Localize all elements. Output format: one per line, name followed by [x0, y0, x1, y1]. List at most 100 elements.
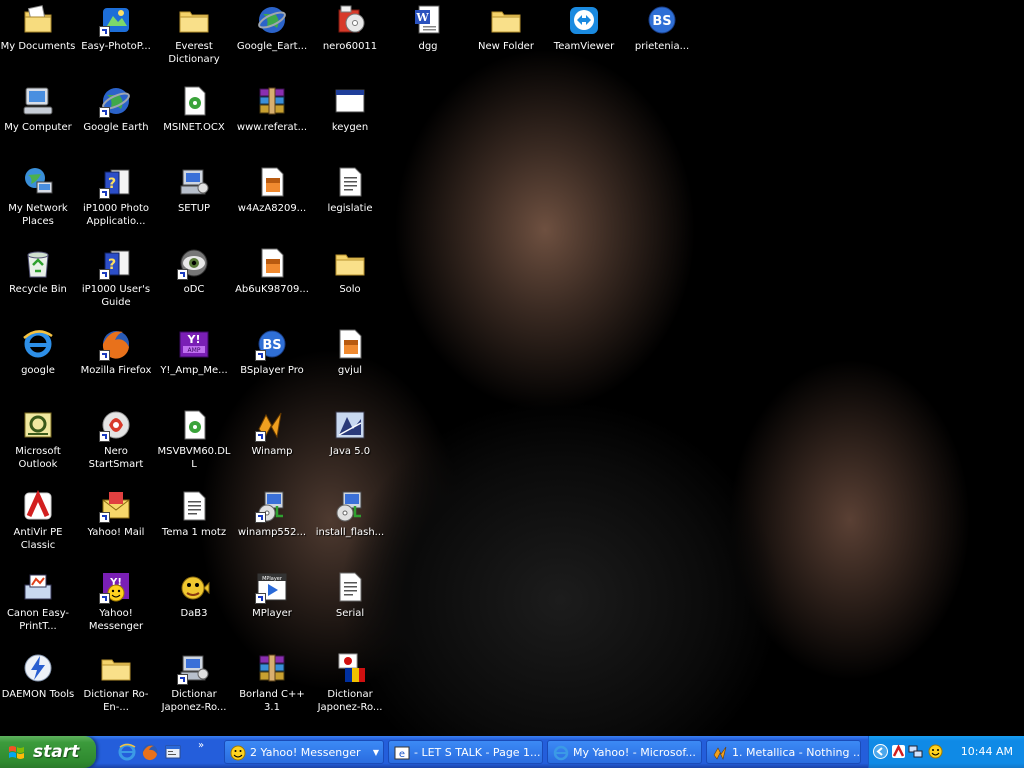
folder-icon: [177, 4, 211, 36]
desktop-icon-dgg[interactable]: Wdgg: [389, 2, 467, 76]
shortcut-arrow-icon: [177, 674, 188, 685]
desktop-icon-winamp552[interactable]: winamp552...: [233, 488, 311, 562]
desktop-icon-install-flash[interactable]: install_flash...: [311, 488, 389, 562]
desktop-icon-nero60011[interactable]: nero60011: [311, 2, 389, 76]
expand-tray-icon[interactable]: [873, 744, 888, 759]
desktop-icon-yahoo-messenger[interactable]: Y! Yahoo! Messenger: [77, 569, 155, 643]
desktop-icon-my-computer[interactable]: My Computer: [0, 83, 77, 157]
desktop-icon-label: iP1000 Photo Applicatio...: [83, 203, 149, 227]
desktop-icon-label: oDC: [183, 284, 205, 295]
desktop-icon-setup[interactable]: SETUP: [155, 164, 233, 238]
desktop-icon-winamp[interactable]: Winamp: [233, 407, 311, 481]
desktop-icon-recycle-bin[interactable]: Recycle Bin: [0, 245, 77, 319]
desktop-icon-daemon-tools[interactable]: DAEMON Tools: [0, 650, 77, 724]
internet-explorer-icon[interactable]: [118, 743, 136, 761]
desktop-icon-dab3[interactable]: DaB3: [155, 569, 233, 643]
desktop-icon-label: iP1000 User's Guide: [81, 284, 151, 308]
shortcut-arrow-icon: [99, 431, 110, 442]
desktop-icon-my-documents[interactable]: My Documents: [0, 2, 77, 76]
desktop-icon-label: install_flash...: [315, 527, 385, 538]
firefox-icon[interactable]: [141, 743, 159, 761]
desktop-icon-msinet-ocx[interactable]: MSINET.OCX: [155, 83, 233, 157]
firefox-icon: [99, 328, 133, 361]
svg-text:Y!: Y!: [187, 333, 201, 346]
start-button[interactable]: start: [0, 736, 96, 768]
desktop-icon-microsoft-outlook[interactable]: Microsoft Outlook: [0, 407, 77, 481]
antivir-tray-icon[interactable]: [891, 744, 906, 759]
desktop-icon-dictionar-ro-en[interactable]: Dictionar Ro-En-...: [77, 650, 155, 724]
desktop-icon-keygen[interactable]: keygen: [311, 83, 389, 157]
svg-text:AMP: AMP: [188, 347, 201, 354]
shortcut-arrow-icon: [99, 512, 110, 523]
desktop-icon-easy-photop[interactable]: Easy-PhotoP...: [77, 2, 155, 76]
desktop-icon-mozilla-firefox[interactable]: Mozilla Firefox: [77, 326, 155, 400]
internet-explorer-icon: [553, 745, 569, 761]
setup-icon: [177, 166, 211, 198]
desktop-icon-ip1000-photo-applicatio[interactable]: ? iP1000 Photo Applicatio...: [77, 164, 155, 238]
desktop-icon-google[interactable]: google: [0, 326, 77, 400]
taskbar-task-winamp[interactable]: 1. Metallica - Nothing ...: [706, 740, 861, 764]
task-label: 2 Yahoo! Messenger: [250, 746, 361, 759]
desktop-wallpaper[interactable]: My Documents Easy-PhotoP... Everest Dictio…: [0, 0, 1024, 736]
taskbar-task-yahoo-messenger[interactable]: 2 Yahoo! Messenger ▼: [224, 740, 384, 764]
desktop-icon-label: google: [21, 365, 55, 376]
desktop-icon-java-5-0[interactable]: Java 5.0: [311, 407, 389, 481]
desktop-icon-y-amp-me[interactable]: Y! AMP Y!_Amp_Me...: [155, 326, 233, 400]
yahoo-messenger-tray-icon[interactable]: [928, 744, 943, 759]
desktop-icon-my-network-places[interactable]: My Network Places: [0, 164, 77, 238]
desktop-icon-odc[interactable]: oDC: [155, 245, 233, 319]
desktop-icon-prietenia[interactable]: BS prietenia...: [623, 2, 701, 76]
clock[interactable]: 10:44 AM: [961, 736, 1013, 768]
desktop-icon-label: DAEMON Tools: [1, 689, 75, 700]
desktop-icon-label: My Network Places: [8, 203, 68, 227]
desktop-icon-tema-1-motz[interactable]: Tema 1 motz: [155, 488, 233, 562]
taskbar-task-lets-talk[interactable]: e - LET S TALK - Page 1...: [388, 740, 543, 764]
desktop-icon-new-folder[interactable]: New Folder: [467, 2, 545, 76]
system-file-icon: [177, 409, 211, 441]
installer-icon: [255, 490, 289, 523]
desktop-icon-google-earth[interactable]: Google Earth: [77, 83, 155, 157]
java-icon: [333, 409, 367, 441]
network-tray-icon[interactable]: [908, 744, 923, 759]
desktop-icon-label: Serial: [335, 608, 365, 619]
desktop-icon-msvbvm60-dll[interactable]: MSVBVM60.DLL: [155, 407, 233, 481]
winamp-icon: [255, 409, 289, 442]
desktop-icon-label: SETUP: [177, 203, 211, 214]
desktop-icon-teamviewer[interactable]: TeamViewer: [545, 2, 623, 76]
desktop-icon-ip1000-user-s-guide[interactable]: ? iP1000 User's Guide: [77, 245, 155, 319]
desktop-icon-label: Y!_Amp_Me...: [160, 365, 228, 376]
desktop-icon-antivir-pe-classic[interactable]: AntiVir PE Classic: [0, 488, 77, 562]
my-computer-icon: [21, 85, 55, 117]
desktop-icon-mplayer[interactable]: MPlayer MPlayer: [233, 569, 311, 643]
desktop-icon-label: Solo: [339, 284, 361, 295]
desktop-icon-nero-startsmart[interactable]: Nero StartSmart: [77, 407, 155, 481]
shortcut-arrow-icon: [177, 269, 188, 280]
text-document-icon: [333, 571, 367, 603]
quick-launch-chevron[interactable]: »: [198, 740, 204, 751]
desktop-icon-google-eart[interactable]: Google_Eart...: [233, 2, 311, 76]
desktop-icon-serial[interactable]: Serial: [311, 569, 389, 643]
shortcut-arrow-icon: [255, 512, 266, 523]
desktop-icon-legislatie[interactable]: legislatie: [311, 164, 389, 238]
teamviewer-icon: [567, 4, 601, 36]
text-document-icon: [177, 490, 211, 522]
desktop-icon-label: Winamp: [251, 446, 293, 457]
desktop-icon-gvjul[interactable]: gvjul: [311, 326, 389, 400]
desktop-icon-solo[interactable]: Solo: [311, 245, 389, 319]
desktop-icon-ab6uk98709[interactable]: Ab6uK98709...: [233, 245, 311, 319]
desktop-icon-dictionar-japonez-ro[interactable]: Dictionar Japonez-Ro...: [155, 650, 233, 724]
taskbar-task-my-yahoo[interactable]: My Yahoo! - Microsof...: [547, 740, 702, 764]
desktop-icon-borland-c-3-1[interactable]: Borland C++ 3.1: [233, 650, 311, 724]
desktop-icon-everest-dictionary[interactable]: Everest Dictionary: [155, 2, 233, 76]
desktop-icon-canon-easy-printt[interactable]: Canon Easy-PrintT...: [0, 569, 77, 643]
application-window-icon: [333, 85, 367, 117]
help-book-icon: ?: [99, 166, 133, 199]
desktop-icon-dictionar-japonez-ro[interactable]: Dictionar Japonez-Ro...: [311, 650, 389, 724]
desktop-icon-w4aza8209[interactable]: w4AzA8209...: [233, 164, 311, 238]
flags-icon: [333, 652, 367, 684]
desktop-icon-yahoo-mail[interactable]: Yahoo! Mail: [77, 488, 155, 562]
desktop-icon-bsplayer-pro[interactable]: BS BSplayer Pro: [233, 326, 311, 400]
shortcut-arrow-icon: [255, 593, 266, 604]
desktop-icon-www-referat[interactable]: www.referat...: [233, 83, 311, 157]
show-desktop-icon[interactable]: [164, 743, 182, 761]
